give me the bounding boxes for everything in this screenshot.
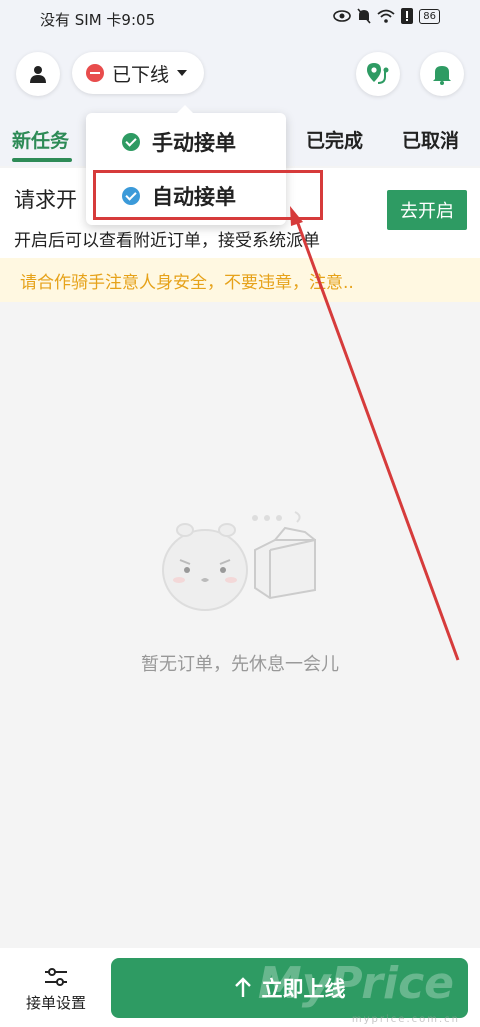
watermark-logo: MyPrice bbox=[257, 958, 454, 1009]
arrow-up-icon bbox=[234, 977, 251, 997]
empty-mascot-icon bbox=[162, 511, 316, 611]
bottom-bar: 接单设置 立即上线 MyPrice myprice.com.cn bbox=[0, 948, 480, 1027]
menu-item-manual-label: 手动接单 bbox=[152, 131, 236, 155]
online-status-dropdown[interactable]: 已下线 bbox=[72, 52, 204, 94]
order-settings-button[interactable]: 接单设置 bbox=[14, 966, 98, 1013]
safety-marquee: 请合作骑手注意人身安全，不要违章，注意.. bbox=[0, 258, 480, 302]
battery-indicator: 86 bbox=[419, 8, 440, 24]
user-icon bbox=[30, 66, 46, 83]
map-pin-icon bbox=[367, 63, 389, 84]
top-header: 已下线 bbox=[0, 38, 480, 114]
watermark-url: myprice.com.cn bbox=[351, 1014, 460, 1025]
tab-cancelled[interactable]: 已取消 bbox=[402, 126, 459, 153]
tab-new-tasks[interactable]: 新任务 bbox=[12, 126, 69, 153]
bell-icon bbox=[433, 66, 451, 85]
wifi-icon bbox=[377, 9, 395, 23]
eye-icon bbox=[333, 10, 352, 22]
empty-message: 暂无订单，先休息一会儿 bbox=[141, 654, 339, 675]
online-status-label: 已下线 bbox=[112, 63, 170, 86]
profile-button[interactable] bbox=[16, 52, 60, 96]
annotation-highlight-box bbox=[93, 170, 323, 220]
notice-description: 开启后可以查看附近订单，接受系统派单 bbox=[14, 231, 320, 251]
offline-icon bbox=[86, 64, 104, 82]
caret-down-icon bbox=[177, 70, 188, 76]
mute-bell-icon bbox=[357, 8, 371, 24]
notice-title: 请求开 bbox=[14, 188, 77, 212]
order-settings-label: 接单设置 bbox=[25, 994, 86, 1012]
check-circle-icon bbox=[122, 133, 140, 151]
notification-button[interactable] bbox=[420, 52, 464, 96]
menu-item-manual[interactable]: 手动接单 bbox=[122, 127, 236, 157]
status-icons: 86 bbox=[333, 8, 440, 24]
status-bar: 没有 SIM 卡9:05 86 bbox=[0, 0, 480, 38]
order-list-empty: 暂无订单，先休息一会儿 bbox=[0, 302, 480, 948]
active-tab-indicator bbox=[12, 158, 72, 162]
tab-completed[interactable]: 已完成 bbox=[306, 126, 363, 153]
map-route-button[interactable] bbox=[356, 52, 400, 96]
status-carrier-time: 没有 SIM 卡9:05 bbox=[40, 11, 156, 29]
go-enable-button[interactable]: 去开启 bbox=[387, 190, 467, 230]
alert-icon bbox=[401, 8, 414, 24]
sliders-icon bbox=[45, 968, 67, 986]
go-online-button[interactable]: 立即上线 MyPrice bbox=[111, 958, 468, 1018]
